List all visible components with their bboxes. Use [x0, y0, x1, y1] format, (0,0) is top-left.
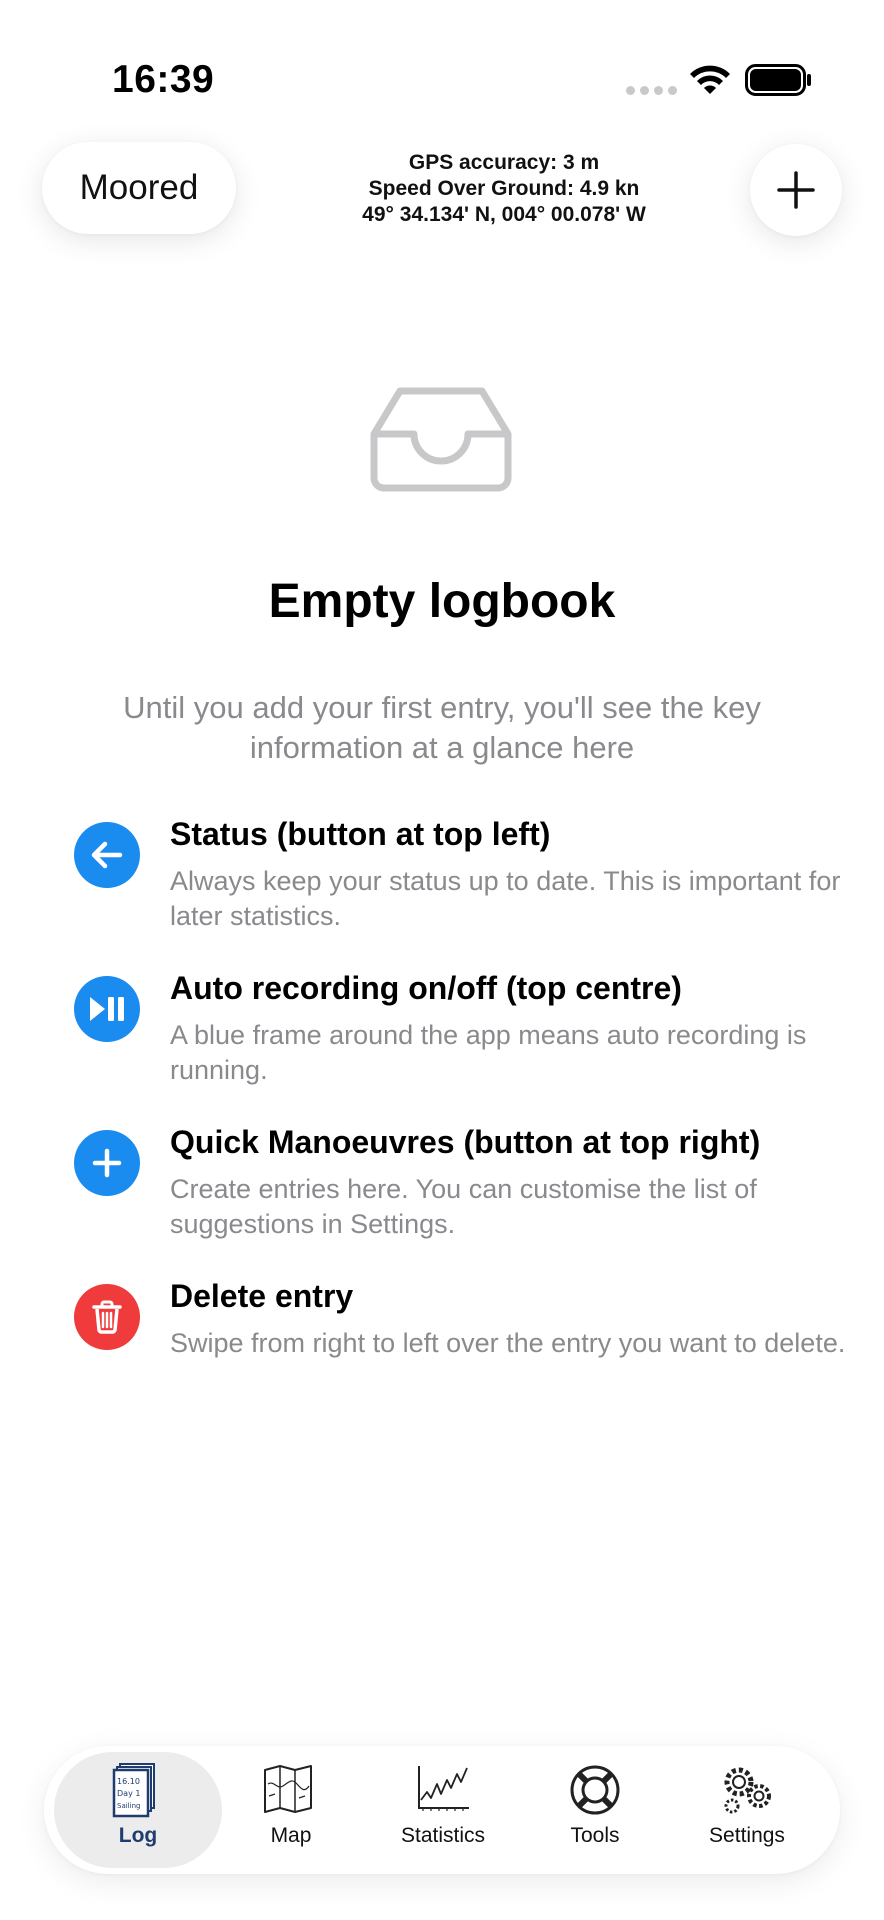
logbook-icon: 16.10 Day 1 Sailing — [112, 1763, 155, 1818]
auto-recording-toggle[interactable]: GPS accuracy: 3 m Speed Over Ground: 4.9… — [300, 150, 708, 228]
tab-label: Statistics — [400, 1824, 486, 1847]
gears-icon — [724, 1767, 771, 1814]
tab-settings[interactable]: Settings — [670, 1752, 824, 1868]
plus-icon — [777, 171, 815, 209]
speed-over-ground-text: Speed Over Ground: 4.9 kn — [368, 177, 640, 200]
lifebuoy-icon — [570, 1765, 620, 1815]
tab-tools[interactable]: Tools — [518, 1752, 672, 1868]
tip-title: Status (button at top left) — [170, 816, 551, 852]
tab-label: Settings — [709, 1824, 785, 1847]
tray-icon — [370, 387, 512, 492]
tip-description: Swipe from right to left over the entry … — [170, 1328, 846, 1358]
empty-state-subtitle: Until you add your first entry, you'll s… — [123, 690, 761, 765]
plus-icon — [74, 1130, 140, 1196]
tab-map[interactable]: Map — [214, 1752, 368, 1868]
tip-title: Auto recording on/off (top centre) — [170, 970, 682, 1006]
tip-description: Create entries here. You can customise t… — [170, 1174, 757, 1239]
status-button-label: Moored — [79, 168, 199, 207]
tip-description: Always keep your status up to date. This… — [170, 866, 841, 931]
status-bar: 16:39 — [0, 0, 884, 140]
play-pause-icon — [74, 976, 140, 1042]
statistics-chart-icon — [418, 1766, 469, 1811]
tip-description: A blue frame around the app means auto r… — [170, 1020, 807, 1085]
empty-state-title: Empty logbook — [268, 575, 616, 628]
svg-text:Day 1: Day 1 — [117, 1789, 140, 1798]
svg-text:Sailing: Sailing — [117, 1802, 140, 1810]
position-text: 49° 34.134' N, 004° 00.078' W — [362, 203, 646, 226]
quick-manoeuvres-button[interactable] — [750, 144, 842, 236]
tab-statistics[interactable]: Statistics — [366, 1752, 520, 1868]
trash-icon — [74, 1284, 140, 1350]
clock-time: 16:39 — [112, 58, 215, 101]
tab-log[interactable]: 16.10 Day 1 Sailing Log — [54, 1752, 222, 1868]
tip-title: Quick Manoeuvres (button at top right) — [170, 1124, 761, 1160]
battery-icon — [745, 64, 811, 96]
screen: 16:39 Moored GPS accuracy: 3 m Speed Ove… — [0, 0, 884, 1920]
svg-text:16.10: 16.10 — [117, 1777, 140, 1786]
tip-title: Delete entry — [170, 1278, 354, 1314]
status-button[interactable]: Moored — [42, 142, 236, 234]
gps-accuracy-text: GPS accuracy: 3 m — [408, 151, 600, 174]
tab-label: Map — [270, 1824, 312, 1847]
tab-label: Tools — [570, 1824, 620, 1847]
signal-dots-icon — [626, 86, 677, 95]
wifi-icon — [690, 65, 730, 94]
arrow-left-icon — [74, 822, 140, 888]
tab-bar: 16.10 Day 1 Sailing Log Map Statistics T… — [44, 1746, 840, 1874]
tab-label: Log — [118, 1824, 158, 1847]
map-icon — [264, 1765, 312, 1813]
